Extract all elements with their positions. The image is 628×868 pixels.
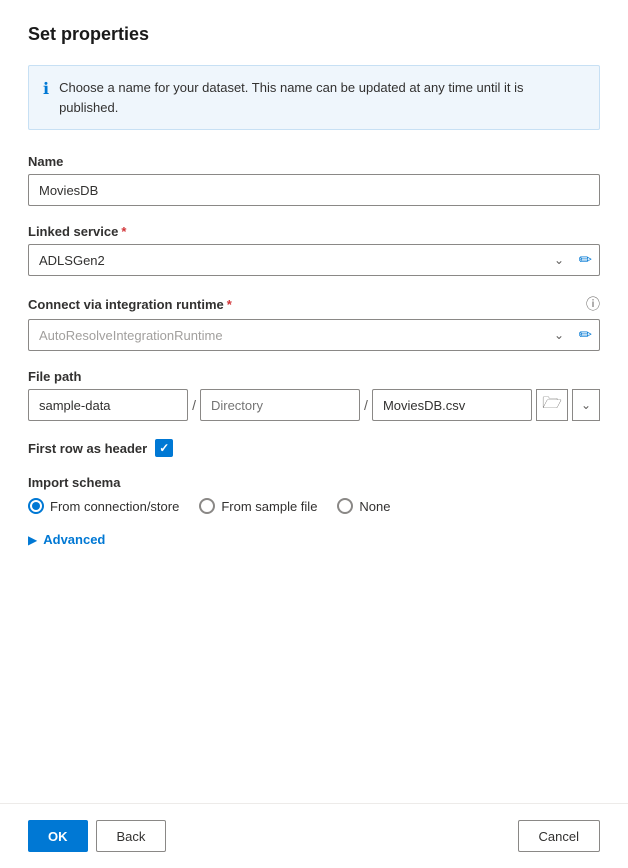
first-row-header-group: First row as header ✓: [28, 439, 600, 457]
integration-runtime-wrapper: ⌄ ✏: [28, 319, 600, 351]
advanced-row[interactable]: ▶ Advanced: [28, 532, 600, 547]
integration-runtime-info-button[interactable]: ⓘ: [586, 294, 600, 314]
integration-chevron-icon: ⌄: [554, 328, 564, 342]
file-path-file-input[interactable]: [372, 389, 532, 421]
info-icon: ℹ: [43, 79, 49, 99]
integration-label-row: Connect via integration runtime* ⓘ: [28, 294, 600, 314]
integration-pencil-icon: ✏: [579, 325, 592, 345]
info-text: Choose a name for your dataset. This nam…: [59, 78, 585, 117]
first-row-header-checkbox[interactable]: ✓: [155, 439, 173, 457]
info-circle-icon: ⓘ: [586, 294, 600, 314]
radio-none-label: None: [359, 499, 390, 514]
panel-footer: OK Back Cancel: [0, 803, 628, 868]
set-properties-panel: Set properties ℹ Choose a name for your …: [0, 0, 628, 868]
radio-from-connection[interactable]: From connection/store: [28, 498, 179, 514]
radio-from-connection-circle: [28, 498, 44, 514]
name-label: Name: [28, 154, 600, 169]
ok-button[interactable]: OK: [28, 820, 88, 852]
name-input[interactable]: [28, 174, 600, 206]
radio-from-sample-file-label: From sample file: [221, 499, 317, 514]
file-chevron-icon: ⌄: [581, 398, 591, 412]
file-path-directory-input[interactable]: [200, 389, 360, 421]
import-schema-label: Import schema: [28, 475, 600, 490]
integration-runtime-label: Connect via integration runtime*: [28, 297, 232, 312]
path-separator-2: /: [364, 397, 368, 413]
panel-title: Set properties: [28, 24, 600, 45]
footer-left-buttons: OK Back: [28, 820, 166, 852]
integration-runtime-input[interactable]: [28, 319, 600, 351]
radio-none[interactable]: None: [337, 498, 390, 514]
file-browse-button[interactable]: 🗁: [536, 389, 568, 421]
linked-service-label: Linked service*: [28, 224, 600, 239]
first-row-header-label: First row as header: [28, 441, 147, 456]
file-path-group: File path / / 🗁 ⌄: [28, 369, 600, 421]
radio-from-connection-label: From connection/store: [50, 499, 179, 514]
back-button[interactable]: Back: [96, 820, 167, 852]
path-separator-1: /: [192, 397, 196, 413]
file-path-label: File path: [28, 369, 600, 384]
linked-service-edit-button[interactable]: ✏: [571, 246, 600, 274]
advanced-arrow-icon: ▶: [28, 533, 37, 547]
cancel-button[interactable]: Cancel: [518, 820, 600, 852]
radio-from-sample-file-circle: [199, 498, 215, 514]
radio-none-circle: [337, 498, 353, 514]
file-path-row: / / 🗁 ⌄: [28, 389, 600, 421]
linked-service-group: Linked service* ADLSGen2 ⌄ ✏: [28, 224, 600, 276]
import-schema-group: Import schema From connection/store From…: [28, 475, 600, 514]
linked-service-wrapper: ADLSGen2 ⌄ ✏: [28, 244, 600, 276]
pencil-icon: ✏: [579, 250, 592, 270]
folder-icon: 🗁: [542, 392, 562, 419]
advanced-label: Advanced: [43, 532, 105, 547]
file-path-container-input[interactable]: [28, 389, 188, 421]
integration-runtime-group: Connect via integration runtime* ⓘ ⌄ ✏: [28, 294, 600, 351]
file-path-dropdown-button[interactable]: ⌄: [572, 389, 600, 421]
linked-service-select[interactable]: ADLSGen2: [28, 244, 600, 276]
radio-from-sample-file[interactable]: From sample file: [199, 498, 317, 514]
info-box: ℹ Choose a name for your dataset. This n…: [28, 65, 600, 130]
import-schema-options: From connection/store From sample file N…: [28, 498, 600, 514]
name-group: Name: [28, 154, 600, 206]
checkmark-icon: ✓: [159, 441, 169, 455]
integration-runtime-edit-button[interactable]: ✏: [571, 321, 600, 349]
